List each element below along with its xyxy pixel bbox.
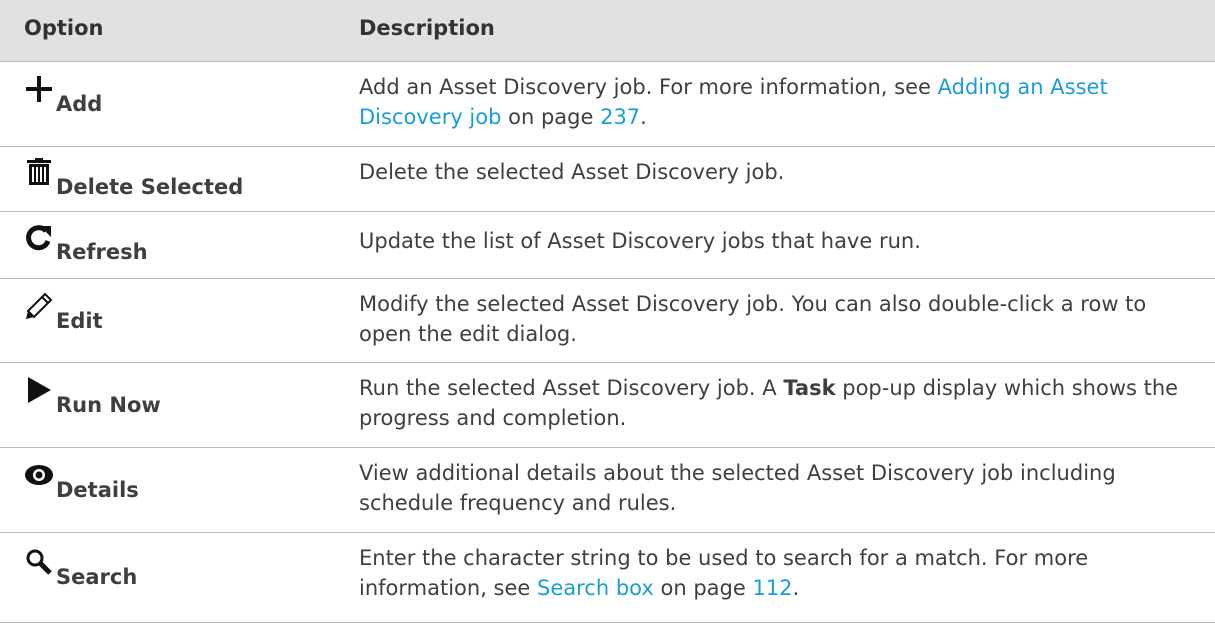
link-page-237[interactable]: 237 (600, 105, 640, 129)
description-text: . (640, 105, 647, 129)
option-label: Refresh (56, 240, 148, 264)
table-header: Option Description (0, 0, 1215, 62)
description-text: . (792, 576, 800, 600)
table-row-details: Details View additional details about th… (0, 448, 1215, 533)
option-search: Search (24, 547, 137, 589)
option-label: Edit (56, 309, 103, 333)
option-label: Delete Selected (56, 175, 244, 199)
header-option: Option (24, 16, 104, 40)
table-row-add: Add Add an Asset Discovery job. For more… (0, 62, 1215, 147)
bold-task: Task (783, 376, 836, 400)
trash-icon (24, 157, 54, 187)
description-text: on page (653, 576, 753, 600)
table-row-search: Search Enter the character string to be … (0, 533, 1215, 623)
description-text: Run the selected Asset Discovery job. A (359, 376, 784, 400)
option-label: Search (56, 565, 138, 589)
pencil-icon (24, 291, 54, 321)
description-edit: Modify the selected Asset Discovery job.… (359, 292, 1147, 346)
table-row-delete-selected: Delete Selected Delete the selected Asse… (0, 147, 1215, 212)
option-delete-selected: Delete Selected (24, 157, 243, 199)
option-details: Details (24, 460, 139, 502)
header-description: Description (359, 16, 495, 40)
eye-icon (24, 460, 54, 490)
option-refresh: Refresh (24, 222, 148, 264)
link-page-112[interactable]: 112 (752, 576, 792, 600)
option-label: Run Now (56, 393, 161, 417)
option-run-now: Run Now (24, 375, 161, 417)
description-text: on page (501, 105, 601, 129)
option-edit: Edit (24, 291, 103, 333)
option-label: Details (56, 478, 139, 502)
play-icon (24, 375, 54, 405)
table-row-edit: Edit Modify the selected Asset Discovery… (0, 279, 1215, 363)
table-row-run-now: Run Now Run the selected Asset Discovery… (0, 363, 1215, 448)
description-refresh: Update the list of Asset Discovery jobs … (359, 229, 921, 253)
table-row-refresh: Refresh Update the list of Asset Discove… (0, 212, 1215, 279)
description-text: Add an Asset Discovery job. For more inf… (359, 75, 938, 99)
option-label: Add (56, 92, 103, 116)
refresh-icon (24, 222, 54, 252)
description-run-now: Run the selected Asset Discovery job. A … (359, 373, 1189, 433)
magnifier-icon (24, 547, 54, 577)
description-search: Enter the character string to be used to… (359, 543, 1189, 603)
option-add: Add (24, 74, 102, 116)
description-details: View additional details about the select… (359, 461, 1116, 515)
description-delete-selected: Delete the selected Asset Discovery job. (359, 160, 785, 184)
description-add: Add an Asset Discovery job. For more inf… (359, 72, 1189, 132)
plus-icon (24, 74, 54, 104)
link-search-box[interactable]: Search box (537, 576, 654, 600)
